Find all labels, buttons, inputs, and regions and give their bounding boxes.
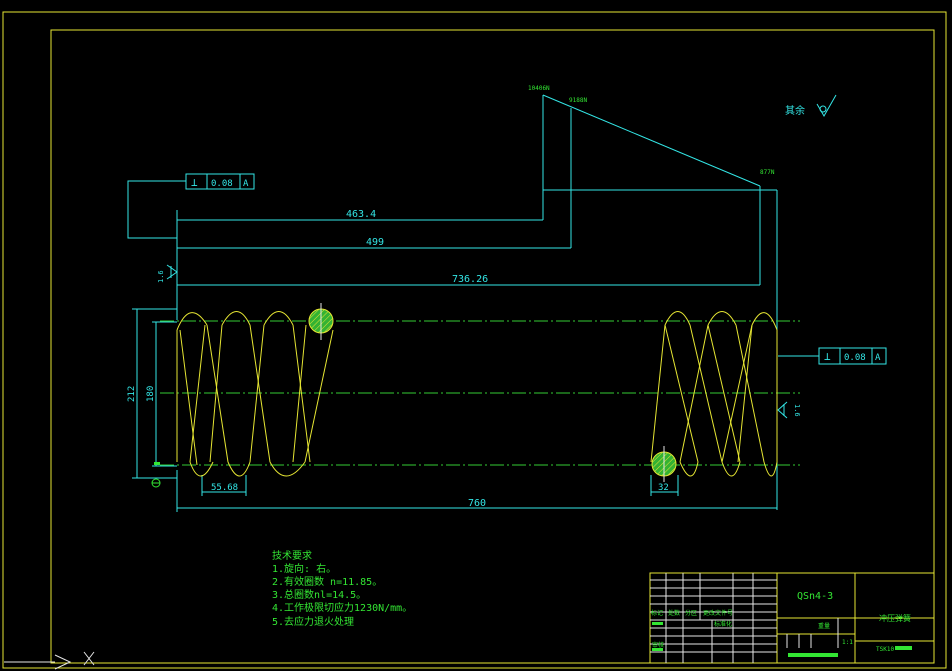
title-material: QSn4-3 [797, 591, 833, 602]
load-f3: 877N [760, 169, 775, 176]
title-scale: 1:1 [842, 639, 853, 646]
tolerance-frame-right [778, 347, 887, 365]
roughness-symbol-right [777, 401, 788, 419]
tol-top-symbol: ⊥ [191, 176, 198, 189]
dim-32: 32 [658, 483, 669, 493]
spring-left-coils [176, 311, 334, 477]
title-hdr-mark: 标记 [651, 609, 663, 617]
tol-top-datum: A [243, 179, 249, 189]
tech-req-item-4: 4.工作极限切应力1230N/mm。 [272, 601, 412, 614]
title-hdr-zone: 分区 [685, 609, 697, 617]
roughness-remaining-label: 其余 [785, 104, 805, 117]
roughness-symbol-left [166, 264, 178, 280]
dimension-lines [132, 210, 777, 512]
tol-right-datum: A [875, 353, 881, 363]
tech-req-item-2: 2.有效圈数 n=11.85。 [272, 575, 382, 588]
dim-180: 180 [146, 386, 156, 402]
dim-212: 212 [127, 386, 137, 402]
dim-760: 760 [468, 498, 486, 509]
tech-req-item-5: 5.去应力退火处理 [272, 615, 354, 628]
tol-right-value: 0.08 [844, 353, 866, 363]
tol-top-value: 0.08 [211, 179, 233, 189]
ucs-icon [4, 651, 95, 670]
tech-req-heading: 技术要求 [272, 549, 312, 562]
dim-499: 499 [366, 237, 384, 248]
title-hdr-check: 审核 [652, 641, 664, 649]
roughness-right-value: 1.6 [793, 404, 801, 417]
tech-req-item-3: 3.总圈数nl=14.5。 [272, 588, 366, 601]
dim-55-68: 55.68 [211, 483, 238, 493]
title-hdr-std: 标准化 [714, 620, 732, 628]
tol-right-symbol: ⊥ [824, 350, 831, 363]
load-diagram [542, 94, 778, 510]
title-hdr-count: 处数 [668, 609, 680, 617]
drawing-canvas: 10406N 9188N 877N 463.4 499 736.26 760 5… [2, 11, 947, 670]
load-f1: 10406N [528, 85, 550, 92]
title-weight-label: 重量 [818, 622, 830, 630]
title-hdr-doc: 更改文件号 [703, 609, 733, 617]
dim-463-4: 463.4 [346, 209, 376, 220]
roughness-left-value: 1.6 [157, 270, 165, 283]
roughness-remaining-icon [816, 94, 837, 117]
spring-right-coils [650, 311, 778, 477]
dim-736-26: 736.26 [452, 274, 488, 285]
tech-req-item-1: 1.旋向: 右。 [272, 562, 336, 575]
title-part-name: 冲压弹簧 [879, 613, 911, 623]
inner-border [50, 29, 935, 664]
load-f2: 9188N [569, 97, 587, 104]
title-drawing-no: TSK10 [876, 646, 894, 653]
